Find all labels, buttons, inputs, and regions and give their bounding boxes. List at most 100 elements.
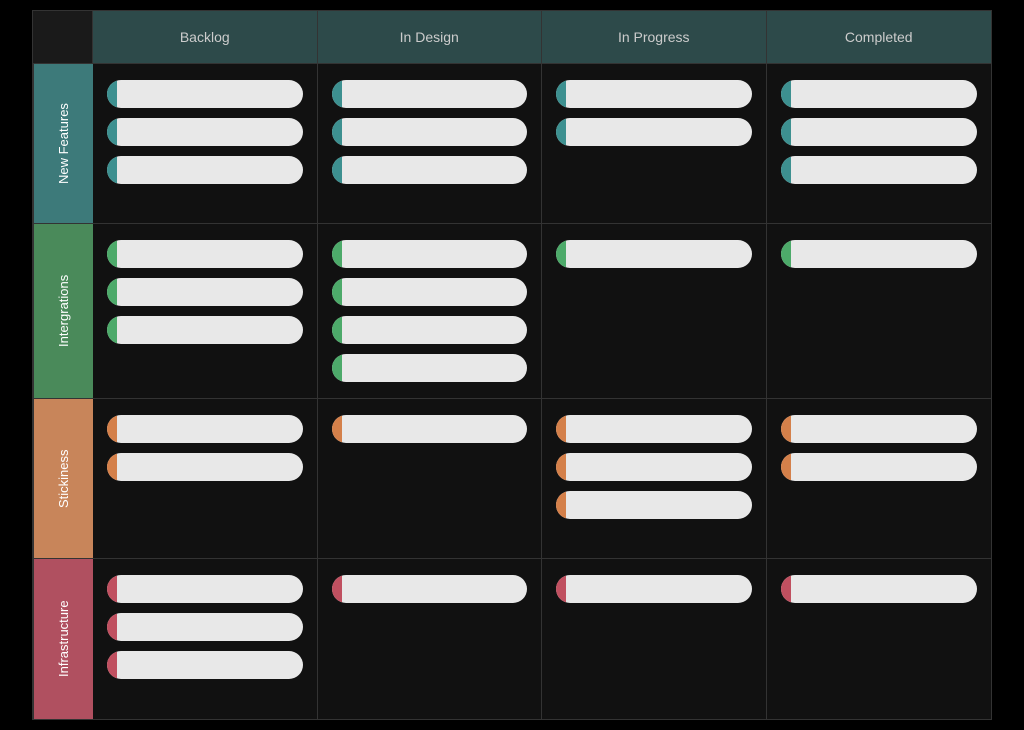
card-item[interactable] bbox=[332, 575, 528, 603]
card-body bbox=[791, 453, 978, 481]
card-item[interactable] bbox=[107, 316, 303, 344]
card-item[interactable] bbox=[332, 240, 528, 268]
card-item[interactable] bbox=[556, 240, 752, 268]
card-accent bbox=[556, 453, 566, 481]
cell-stickiness-3 bbox=[767, 399, 992, 558]
card-item[interactable] bbox=[781, 240, 978, 268]
card-accent bbox=[332, 278, 342, 306]
card-body bbox=[566, 415, 752, 443]
header-col-backlog: Backlog bbox=[93, 11, 318, 63]
card-item[interactable] bbox=[556, 575, 752, 603]
card-accent bbox=[107, 278, 117, 306]
row-infrastructure: Infrastructure bbox=[33, 559, 991, 719]
row-label-stickiness: Stickiness bbox=[33, 399, 93, 558]
card-accent bbox=[781, 156, 791, 184]
card-body bbox=[342, 240, 528, 268]
card-item[interactable] bbox=[107, 278, 303, 306]
row-label-infrastructure: Infrastructure bbox=[33, 559, 93, 719]
card-accent bbox=[556, 118, 566, 146]
card-item[interactable] bbox=[781, 453, 978, 481]
card-body bbox=[117, 613, 303, 641]
card-accent bbox=[107, 156, 117, 184]
card-item[interactable] bbox=[107, 453, 303, 481]
card-body bbox=[342, 316, 528, 344]
card-accent bbox=[556, 240, 566, 268]
card-item[interactable] bbox=[332, 80, 528, 108]
card-item[interactable] bbox=[107, 575, 303, 603]
row-label-new-features: New Features bbox=[33, 64, 93, 223]
card-body bbox=[117, 278, 303, 306]
card-body bbox=[791, 415, 978, 443]
cell-integrations-3 bbox=[767, 224, 992, 398]
card-accent bbox=[781, 240, 791, 268]
kanban-board: BacklogIn DesignIn ProgressCompleted New… bbox=[32, 10, 992, 720]
card-accent bbox=[332, 575, 342, 603]
card-item[interactable] bbox=[107, 240, 303, 268]
card-accent bbox=[107, 613, 117, 641]
cell-integrations-1 bbox=[318, 224, 543, 398]
card-accent bbox=[781, 415, 791, 443]
card-item[interactable] bbox=[781, 575, 978, 603]
card-accent bbox=[107, 575, 117, 603]
card-item[interactable] bbox=[332, 118, 528, 146]
card-accent bbox=[332, 316, 342, 344]
card-accent bbox=[781, 575, 791, 603]
card-accent bbox=[107, 118, 117, 146]
cell-integrations-2 bbox=[542, 224, 767, 398]
cell-new-features-2 bbox=[542, 64, 767, 223]
header-row: BacklogIn DesignIn ProgressCompleted bbox=[33, 11, 991, 64]
card-body bbox=[117, 415, 303, 443]
card-item[interactable] bbox=[781, 118, 978, 146]
card-body bbox=[566, 453, 752, 481]
card-accent bbox=[556, 80, 566, 108]
card-accent bbox=[107, 453, 117, 481]
card-body bbox=[791, 575, 978, 603]
card-item[interactable] bbox=[107, 156, 303, 184]
card-accent bbox=[332, 118, 342, 146]
card-item[interactable] bbox=[556, 80, 752, 108]
cell-infrastructure-0 bbox=[93, 559, 318, 719]
card-item[interactable] bbox=[332, 278, 528, 306]
card-item[interactable] bbox=[332, 415, 528, 443]
card-accent bbox=[107, 240, 117, 268]
card-item[interactable] bbox=[781, 415, 978, 443]
card-item[interactable] bbox=[556, 453, 752, 481]
card-body bbox=[342, 80, 528, 108]
cell-infrastructure-2 bbox=[542, 559, 767, 719]
header-col-in-progress: In Progress bbox=[542, 11, 767, 63]
card-item[interactable] bbox=[107, 613, 303, 641]
cell-stickiness-0 bbox=[93, 399, 318, 558]
card-body bbox=[566, 240, 752, 268]
card-item[interactable] bbox=[107, 80, 303, 108]
header-col-completed: Completed bbox=[767, 11, 992, 63]
cell-integrations-0 bbox=[93, 224, 318, 398]
card-item[interactable] bbox=[556, 415, 752, 443]
card-body bbox=[566, 491, 752, 519]
card-item[interactable] bbox=[107, 118, 303, 146]
card-item[interactable] bbox=[332, 156, 528, 184]
row-new-features: New Features bbox=[33, 64, 991, 224]
card-accent bbox=[781, 80, 791, 108]
card-body bbox=[791, 118, 978, 146]
cell-new-features-3 bbox=[767, 64, 992, 223]
card-body bbox=[117, 575, 303, 603]
card-body bbox=[117, 156, 303, 184]
card-item[interactable] bbox=[332, 354, 528, 382]
card-body bbox=[342, 118, 528, 146]
card-body bbox=[342, 156, 528, 184]
card-item[interactable] bbox=[556, 118, 752, 146]
card-accent bbox=[332, 156, 342, 184]
card-body bbox=[342, 278, 528, 306]
card-item[interactable] bbox=[556, 491, 752, 519]
card-item[interactable] bbox=[781, 156, 978, 184]
card-item[interactable] bbox=[332, 316, 528, 344]
card-body bbox=[117, 651, 303, 679]
row-label-integrations: Intergrations bbox=[33, 224, 93, 398]
card-body bbox=[342, 415, 528, 443]
cell-new-features-0 bbox=[93, 64, 318, 223]
card-body bbox=[791, 240, 978, 268]
card-body bbox=[117, 80, 303, 108]
card-item[interactable] bbox=[107, 651, 303, 679]
card-item[interactable] bbox=[781, 80, 978, 108]
card-item[interactable] bbox=[107, 415, 303, 443]
